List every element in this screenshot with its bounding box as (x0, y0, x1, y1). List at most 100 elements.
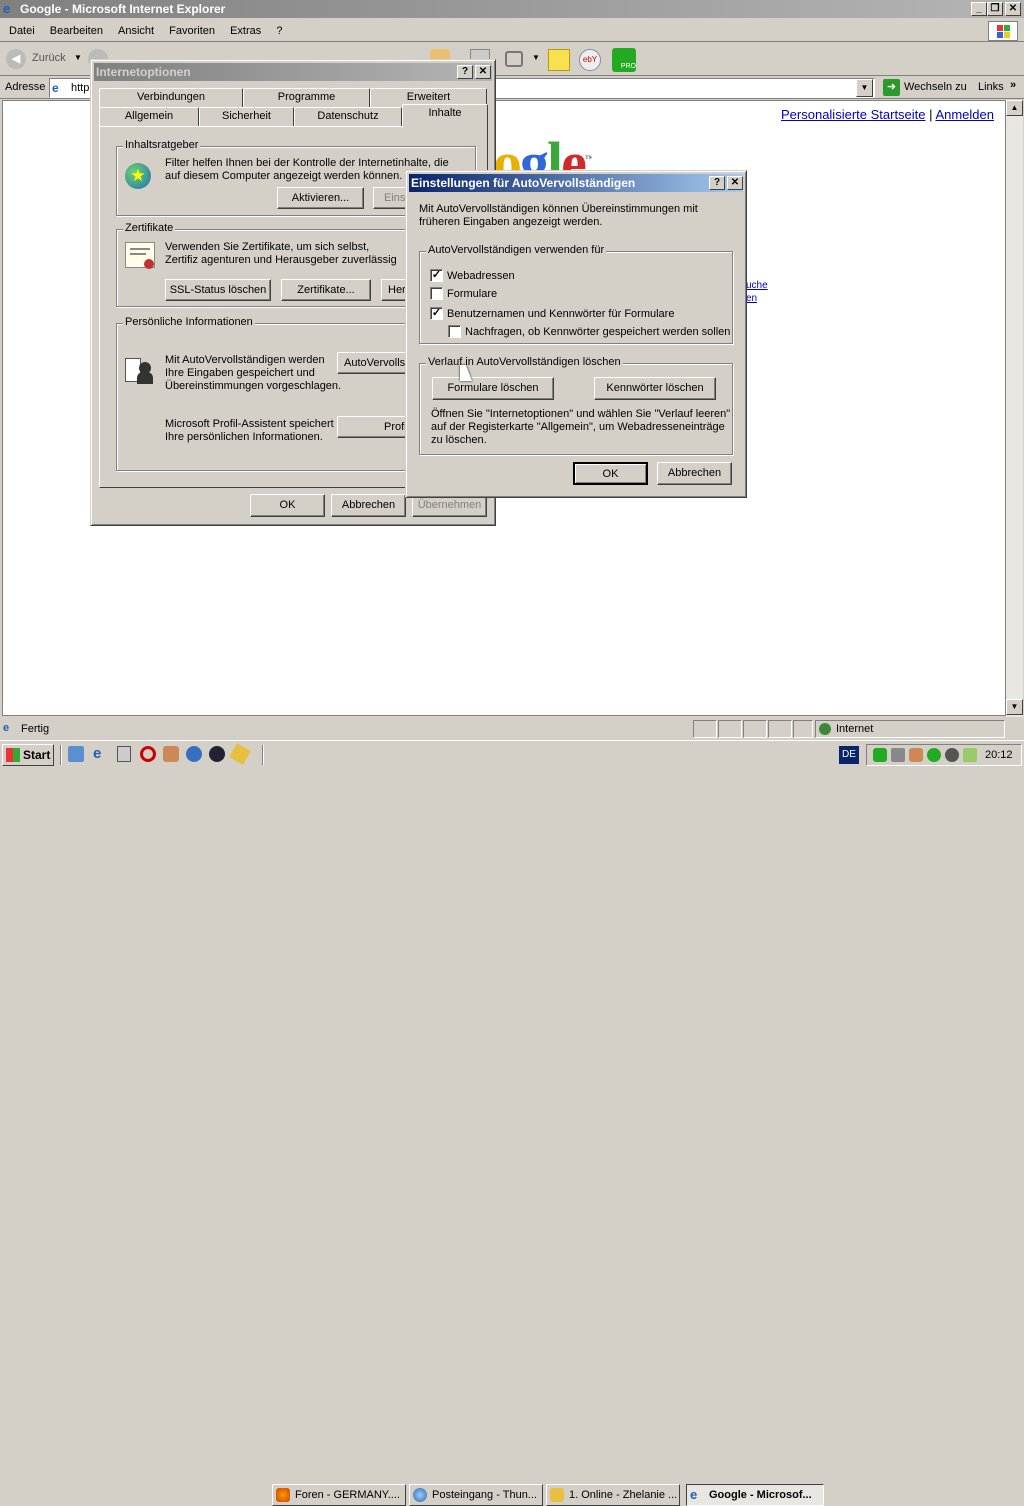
task-firefox[interactable]: Foren - GERMANY.... (272, 1484, 406, 1506)
certificates-button[interactable]: Zertifikate... (281, 279, 371, 301)
ac-clear-text: Öffnen Sie "Internetoptionen" und wählen… (431, 408, 731, 446)
ql-ie-icon[interactable]: e (93, 746, 109, 762)
ql-globe-icon[interactable] (209, 746, 225, 762)
clear-passwords-button[interactable]: Kennwörter löschen (594, 377, 716, 400)
webaddresses-label[interactable]: Webadressen (447, 270, 515, 282)
prompt-save-password-checkbox[interactable] (448, 325, 461, 338)
tab-inhalte[interactable]: Inhalte (402, 104, 488, 128)
restore-button[interactable]: ❐ (987, 2, 1003, 16)
system-tray: 20:12 (866, 744, 1022, 766)
menu-extras[interactable]: Extras (230, 25, 261, 37)
menu-ansicht[interactable]: Ansicht (118, 25, 154, 37)
ie-task-icon: e (690, 1487, 698, 1502)
links-chevron-icon[interactable]: » (1010, 79, 1016, 91)
status-text: Fertig (21, 723, 50, 735)
vertical-scrollbar[interactable]: ▲ ▼ (1006, 100, 1023, 717)
io-help-button[interactable]: ? (457, 65, 473, 79)
ac-help-button[interactable]: ? (709, 176, 725, 190)
go-button[interactable]: ➜ Wechseln zu (881, 78, 971, 98)
globe-icon (819, 723, 831, 735)
io-ok-button[interactable]: OK (250, 494, 325, 517)
task-online[interactable]: 1. Online - Zhelanie ... (546, 1484, 680, 1506)
ql-tool-icon[interactable] (163, 746, 179, 762)
ac-intro: Mit AutoVervollständigen können Übereins… (419, 203, 698, 228)
scroll-down-button[interactable]: ▼ (1006, 699, 1023, 715)
ebay-icon[interactable]: ebY (579, 49, 601, 71)
zone-text: Internet (836, 723, 874, 735)
personalized-homepage-link[interactable]: Personalisierte Startseite (781, 107, 926, 122)
language-indicator[interactable]: DE (839, 746, 859, 764)
ie-icon: e (3, 1, 11, 16)
menu-favoriten[interactable]: Favoriten (169, 25, 215, 37)
tab-programme[interactable]: Programme (243, 88, 370, 107)
content-advisor-label: Inhaltsratgeber (123, 139, 201, 151)
clear-forms-button[interactable]: Formulare löschen (432, 377, 554, 400)
back-button[interactable]: ◀ Zurück ▼ (4, 47, 84, 71)
mouse-cursor-icon (460, 365, 472, 381)
forms-label[interactable]: Formulare (447, 288, 497, 300)
ac-ok-button[interactable]: OK (573, 462, 648, 485)
enable-button[interactable]: Aktivieren... (277, 187, 364, 209)
ql-desktop-icon[interactable] (68, 746, 84, 762)
tray-icon-3[interactable] (909, 748, 923, 762)
io-titlebar: Internetoptionen ? ✕ (94, 63, 492, 81)
minimize-button[interactable]: _ (971, 2, 987, 16)
ssl-clear-button[interactable]: SSL-Status löschen (165, 279, 271, 301)
taskbar-divider (262, 745, 264, 765)
status-panel-2 (718, 720, 742, 738)
usernames-passwords-checkbox[interactable]: ✓ (430, 307, 443, 320)
tray-icq-icon[interactable] (927, 748, 941, 762)
menu-help[interactable]: ? (276, 25, 282, 37)
dropdown-arrow-icon[interactable]: ▼ (74, 53, 82, 62)
task-thunderbird[interactable]: Posteingang - Thun... (409, 1484, 543, 1506)
tray-icon-2[interactable] (891, 748, 905, 762)
usernames-passwords-label[interactable]: Benutzernamen und Kennwörter für Formula… (447, 308, 674, 320)
screenshot-icon[interactable] (505, 51, 523, 67)
webaddresses-checkbox[interactable]: ✓ (430, 269, 443, 282)
back-arrow-icon: ◀ (6, 49, 26, 69)
tab-datenschutz[interactable]: Datenschutz (294, 107, 402, 126)
task-ie-active[interactable]: e Google - Microsof... (686, 1484, 824, 1506)
task-ie-label: Google - Microsof... (709, 1489, 812, 1501)
prompt-save-password-label[interactable]: Nachfragen, ob Kennwörter gespeichert we… (465, 326, 730, 338)
windows-logo-icon (988, 21, 1018, 41)
options-link-fragment[interactable]: en (746, 293, 757, 304)
tray-icon-1[interactable] (873, 748, 887, 762)
start-button[interactable]: Start (2, 744, 54, 766)
io-cancel-button[interactable]: Abbrechen (331, 494, 406, 517)
address-label: Adresse (5, 81, 46, 93)
ql-opera-icon[interactable] (140, 746, 156, 762)
scroll-up-button[interactable]: ▲ (1006, 100, 1023, 116)
ql-pencil-icon[interactable] (229, 743, 251, 765)
status-panel-5 (793, 720, 813, 738)
menu-bearbeiten[interactable]: Bearbeiten (50, 25, 103, 37)
clock[interactable]: 20:12 (985, 749, 1013, 761)
tab-verbindungen[interactable]: Verbindungen (99, 88, 243, 107)
certificate-icon (125, 242, 155, 269)
notes-icon[interactable] (548, 49, 570, 71)
io-close-button[interactable]: ✕ (475, 65, 491, 79)
forms-checkbox[interactable] (430, 287, 443, 300)
ac-cancel-button[interactable]: Abbrechen (657, 462, 732, 485)
pencil-icon (550, 1488, 564, 1502)
status-bar: e Fertig Internet (0, 719, 1024, 740)
ql-thunderbird-icon[interactable] (186, 746, 202, 762)
login-link[interactable]: Anmelden (935, 107, 994, 122)
links-label[interactable]: Links (978, 81, 1004, 93)
icq-pro-icon[interactable]: PRO (612, 48, 636, 72)
status-panel-3 (743, 720, 767, 738)
tray-icon-6[interactable] (963, 748, 977, 762)
task-firefox-label: Foren - GERMANY.... (295, 1489, 400, 1501)
tool-dropdown-icon[interactable]: ▼ (532, 53, 540, 62)
tab-allgemein[interactable]: Allgemein (99, 107, 199, 126)
ac-title: Einstellungen für AutoVervollständigen (411, 176, 636, 190)
ql-calculator-icon[interactable] (117, 746, 131, 762)
search-link-fragment[interactable]: uche (746, 280, 768, 291)
menu-datei[interactable]: Datei (9, 25, 35, 37)
close-button[interactable]: ✕ (1005, 2, 1021, 16)
tray-icon-5[interactable] (945, 748, 959, 762)
tab-sicherheit[interactable]: Sicherheit (199, 107, 294, 126)
task-thunderbird-label: Posteingang - Thun... (432, 1489, 537, 1501)
ac-close-button[interactable]: ✕ (727, 176, 743, 190)
address-dropdown-button[interactable]: ▼ (856, 79, 873, 97)
